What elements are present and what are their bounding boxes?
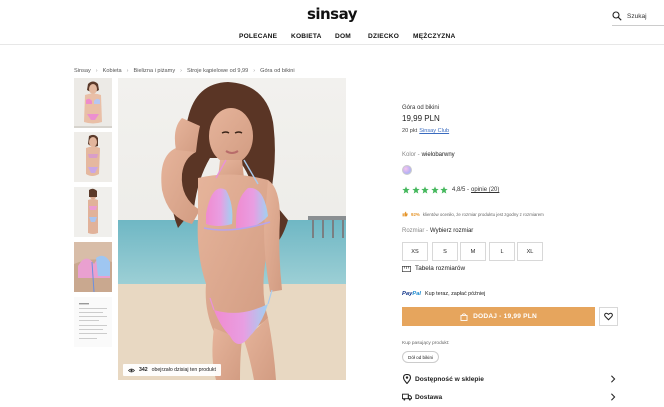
matching-product-chip[interactable]: Dół od bikini <box>402 351 440 363</box>
search-box[interactable]: Szukaj <box>612 9 664 23</box>
store-availability-row[interactable]: Dostępność w sklepie <box>402 372 616 386</box>
search-underline <box>612 25 664 26</box>
add-to-cart-button[interactable]: DODAJ - 19,99 PLN <box>402 307 595 326</box>
thumbnail-4[interactable] <box>74 242 112 292</box>
loyalty-points: 20 pkt Sinsay Club <box>402 128 449 134</box>
heart-icon <box>604 312 613 321</box>
thumbnail-1[interactable] <box>74 78 112 128</box>
color-label: Kolor - <box>402 152 420 158</box>
viewers-count: 342 <box>139 367 148 373</box>
color-swatch-multicolor[interactable] <box>402 165 412 175</box>
size-xs-button[interactable]: XS <box>402 242 428 261</box>
nav-dom[interactable]: DOM <box>335 33 351 40</box>
star-icon <box>440 186 448 194</box>
size-table-label: Tabela rozmiarów <box>415 265 466 272</box>
rating-stars <box>402 186 448 194</box>
chevron-right-icon <box>611 375 616 383</box>
eye-icon <box>128 368 135 372</box>
size-label: Rozmiar - <box>402 228 429 234</box>
nav-mezczyzna[interactable]: MĘŻCZYZNA <box>413 33 455 40</box>
chevron-right-icon <box>611 393 616 401</box>
ruler-icon <box>402 265 411 272</box>
size-fit-info: 92% klientów oceniło, że rozmiar produkt… <box>402 211 544 217</box>
star-icon <box>411 186 420 194</box>
truck-icon <box>402 393 412 401</box>
nav-kobieta[interactable]: KOBIETA <box>291 33 322 40</box>
location-pin-icon <box>402 374 412 384</box>
store-availability-label: Dostępność w sklepie <box>415 375 484 383</box>
breadcrumb-separator-icon: › <box>95 68 98 74</box>
star-icon <box>402 186 410 194</box>
paypal-logo-pal: Pal <box>412 291 422 297</box>
star-icon <box>430 186 439 194</box>
thumbs-up-icon <box>402 211 408 217</box>
paypal-logo-pay: Pay <box>402 291 413 297</box>
delivery-label: Dostawa <box>415 393 443 401</box>
header-divider <box>0 44 664 45</box>
points-text: 20 pkt <box>402 128 418 134</box>
rating-summary: 4,8/5 - opinie (20) <box>452 187 499 193</box>
thumbnail-5-size-chart[interactable] <box>74 297 112 347</box>
size-l-button[interactable]: L <box>489 242 515 261</box>
matching-product-label: Kup pasujący produkt: <box>402 341 450 346</box>
add-to-cart-label: DODAJ - 19,99 PLN <box>473 313 537 320</box>
size-m-button[interactable]: M <box>460 242 486 261</box>
paypal-later[interactable]: PayPal Kup teraz, zapłać później <box>402 291 485 297</box>
thumbnail-3[interactable] <box>74 187 112 237</box>
paypal-logo: PayPal <box>402 291 421 297</box>
bag-icon <box>460 312 468 321</box>
size-prompt: Wybierz rozmiar <box>430 228 474 234</box>
breadcrumb-current: Góra od bikini <box>260 68 295 74</box>
breadcrumb-item[interactable]: Kobieta <box>103 68 122 74</box>
rating-value: 4,8/5 - <box>452 187 470 193</box>
paypal-text: Kup teraz, zapłać później <box>425 291 486 297</box>
product-price: 19,99 PLN <box>402 114 440 123</box>
size-table-link[interactable]: Tabela rozmiarów <box>402 265 465 272</box>
search-icon <box>612 11 622 21</box>
main-product-image[interactable] <box>118 78 346 380</box>
breadcrumb-separator-icon: › <box>126 68 129 74</box>
breadcrumb-item[interactable]: Bielizna i piżamy <box>133 68 175 74</box>
star-icon <box>421 186 429 194</box>
delivery-row[interactable]: Dostawa <box>402 390 616 404</box>
thumbnail-2[interactable] <box>74 132 112 182</box>
reviews-link[interactable]: opinie (20) <box>471 187 499 193</box>
viewers-badge: 342 obejrzało dzisiaj ten produkt <box>123 364 221 376</box>
size-label-row: Rozmiar - Wybierz rozmiar <box>402 228 473 234</box>
breadcrumb-separator-icon: › <box>253 68 256 74</box>
product-name: Góra od bikini <box>402 105 440 111</box>
breadcrumb: Sinsay › Kobieta › Bielizna i piżamy › S… <box>74 68 295 74</box>
search-label[interactable]: Szukaj <box>627 13 647 20</box>
brand-logo[interactable]: sinsay <box>0 5 664 23</box>
viewers-text: obejrzało dzisiaj ten produkt <box>151 367 216 373</box>
nav-dziecko[interactable]: DZIECKO <box>368 33 399 40</box>
nav-polecane[interactable]: POLECANE <box>239 33 277 40</box>
breadcrumb-item[interactable]: Sinsay <box>74 68 91 74</box>
color-value: wielobarwny <box>421 152 455 158</box>
size-s-button[interactable]: S <box>432 242 458 261</box>
size-xl-button[interactable]: XL <box>517 242 543 261</box>
fit-percent: 92% <box>411 211 420 217</box>
color-row: Kolor - wielobarwny <box>402 152 455 158</box>
breadcrumb-separator-icon: › <box>180 68 182 74</box>
wishlist-button[interactable] <box>599 307 618 326</box>
fit-text: klientów oceniło, że rozmiar produktu je… <box>422 211 544 217</box>
breadcrumb-item[interactable]: Stroje kąpielowe od 9,99 <box>187 68 248 74</box>
sinsay-club-link[interactable]: Sinsay Club <box>419 128 449 134</box>
